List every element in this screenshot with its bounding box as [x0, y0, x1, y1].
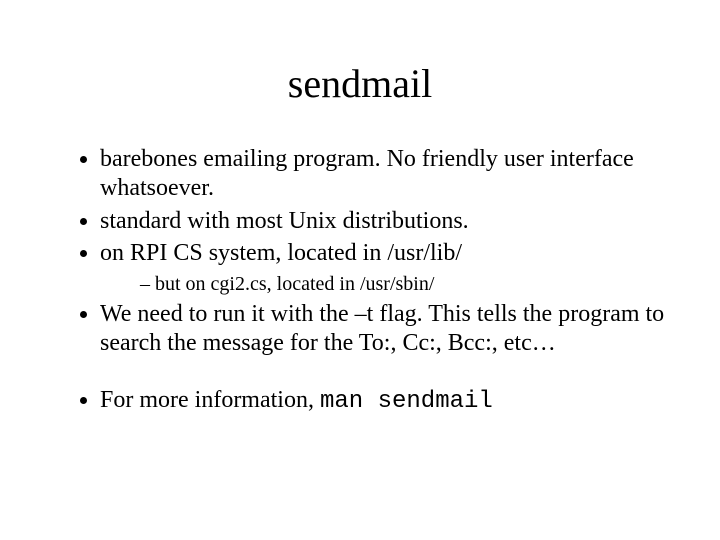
bullet-item: standard with most Unix distributions. [100, 207, 670, 236]
bullet-item: on RPI CS system, located in /usr/lib/ b… [100, 239, 670, 296]
bullet-list-2: For more information, man sendmail [80, 386, 670, 417]
code-text: man sendmail [320, 388, 493, 415]
spacer [50, 362, 670, 386]
bullet-list: barebones emailing program. No friendly … [80, 145, 670, 358]
bullet-text: For more information, [100, 387, 320, 413]
slide: sendmail barebones emailing program. No … [0, 0, 720, 540]
slide-title: sendmail [50, 60, 670, 107]
sub-bullet-item: but on cgi2.cs, located in /usr/sbin/ [140, 272, 670, 296]
bullet-item: barebones emailing program. No friendly … [100, 145, 670, 203]
bullet-item: For more information, man sendmail [100, 386, 670, 417]
sub-bullet-list: but on cgi2.cs, located in /usr/sbin/ [120, 272, 670, 296]
bullet-text: on RPI CS system, located in /usr/lib/ [100, 240, 462, 266]
bullet-item: We need to run it with the –t flag. This… [100, 300, 670, 358]
